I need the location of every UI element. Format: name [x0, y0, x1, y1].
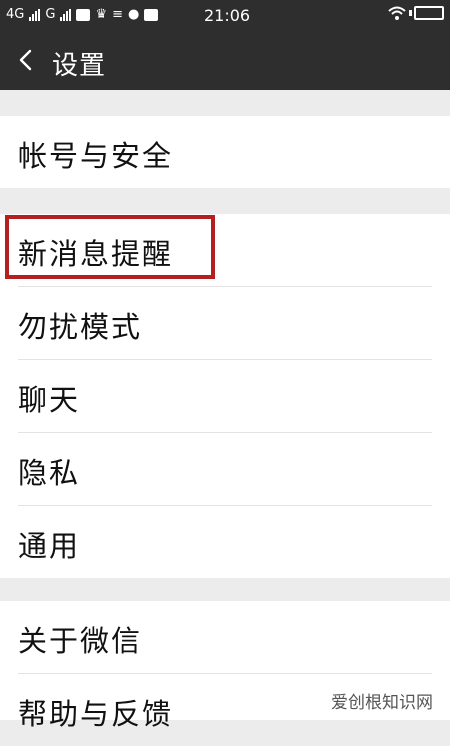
- watermark: 爱创根知识网: [328, 687, 436, 714]
- signal-icon: [29, 8, 41, 21]
- settings-item-label: 隐私: [18, 456, 81, 490]
- network-label-2: G: [45, 7, 56, 22]
- battery-icon: [409, 6, 444, 20]
- settings-item-label: 关于微信: [18, 624, 143, 658]
- network-label-1: 4G: [6, 7, 25, 22]
- settings-item-do-not-disturb[interactable]: 勿扰模式: [0, 287, 450, 359]
- settings-item-label: 勿扰模式: [18, 310, 143, 344]
- settings-item-label: 聊天: [18, 383, 81, 417]
- chevron-left-icon[interactable]: [14, 47, 40, 73]
- crown-icon: ♛: [95, 7, 108, 22]
- status-left: 4G G ♛ ≡ ●: [6, 7, 159, 22]
- page-title: 设置: [52, 51, 107, 81]
- settings-item-account-security[interactable]: 帐号与安全: [0, 116, 450, 188]
- mail-icon: [144, 8, 159, 21]
- settings-item-label: 通用: [18, 529, 81, 563]
- settings-item-general[interactable]: 通用: [0, 506, 450, 578]
- signal-icon-2: [60, 8, 72, 21]
- status-right: [388, 6, 444, 20]
- settings-item-label: 帮助与反馈: [18, 697, 174, 731]
- settings-group-account: 帐号与安全: [0, 116, 450, 188]
- status-bar: 4G G ♛ ≡ ● 21:06: [0, 0, 450, 32]
- app-notification-icon: [76, 8, 91, 21]
- database-icon: ≡: [112, 7, 123, 22]
- highlight-box: [5, 215, 215, 279]
- clock: 21:06: [204, 6, 251, 25]
- browser-icon: ●: [128, 7, 140, 22]
- title-bar: 设置: [0, 32, 450, 90]
- settings-item-chat[interactable]: 聊天: [0, 360, 450, 432]
- settings-item-privacy[interactable]: 隐私: [0, 433, 450, 505]
- settings-item-label: 帐号与安全: [18, 139, 174, 173]
- settings-item-about-wechat[interactable]: 关于微信: [0, 601, 450, 673]
- wifi-icon: [388, 6, 406, 20]
